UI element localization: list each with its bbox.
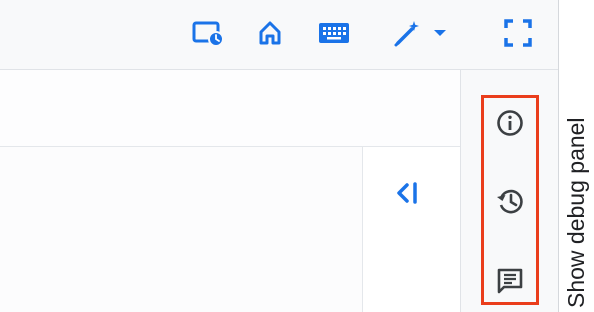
top-toolbar xyxy=(0,0,558,70)
chevron-down-icon[interactable] xyxy=(428,16,452,50)
header-row xyxy=(0,70,460,147)
main-area xyxy=(0,70,460,312)
info-icon[interactable] xyxy=(491,104,529,142)
comment-icon[interactable] xyxy=(491,262,529,300)
debug-tab-label: Show debug panel xyxy=(563,117,589,308)
show-debug-panel-tab[interactable]: Show debug panel xyxy=(558,0,594,312)
keyboard-icon[interactable] xyxy=(314,16,354,50)
history-icon[interactable] xyxy=(491,182,529,220)
magic-pen-icon[interactable] xyxy=(388,16,424,50)
content-pane xyxy=(0,147,363,312)
home-icon[interactable] xyxy=(252,16,288,50)
screen-schedule-icon[interactable] xyxy=(190,16,226,50)
fullscreen-icon[interactable] xyxy=(500,16,536,50)
collapse-left-icon[interactable] xyxy=(390,176,424,210)
